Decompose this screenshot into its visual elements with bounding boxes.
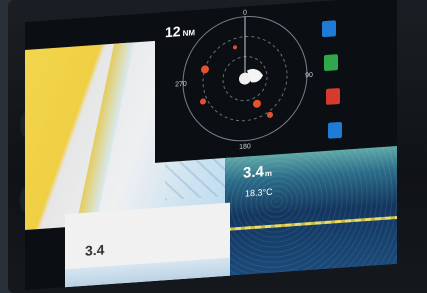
display-screen: 12 NM 0 90 180 270 3.4m 18.3°C 3.4 [25,0,397,291]
radar-bearing-0: 0 [243,9,247,16]
photo-scene: SIMRAD 12NM [0,0,427,293]
radar-target [200,98,206,105]
radar-targets [200,45,273,118]
chart-shoreline [75,42,135,227]
radar-target [201,65,209,74]
sonar-pane[interactable]: 3.4m 18.3°C [225,145,397,277]
bottom-depth-value: 3.4 [85,241,105,259]
radar-target [267,111,273,118]
side-button-blue-top[interactable] [322,20,336,38]
radar-target [253,99,261,108]
radar-bearing-270: 270 [175,81,187,89]
side-button-strip [310,9,350,152]
radar-display: 0 90 180 270 [175,9,313,151]
radar-bearing-180: 180 [239,143,251,151]
sonar-temperature: 18.3°C [245,186,273,199]
sonar-depth-readout: 3.4m [243,163,272,182]
side-button-red[interactable] [326,87,340,105]
sonar-depth-value: 3.4 [243,163,264,182]
side-button-blue-bottom[interactable] [328,121,342,139]
side-button-green[interactable] [324,54,338,72]
radar-pane[interactable]: 12 NM 0 90 180 270 [155,1,325,163]
bottom-sonar-pane[interactable]: 3.4 [65,202,230,290]
radar-target [233,45,237,50]
sonar-depth-unit: m [264,168,272,179]
